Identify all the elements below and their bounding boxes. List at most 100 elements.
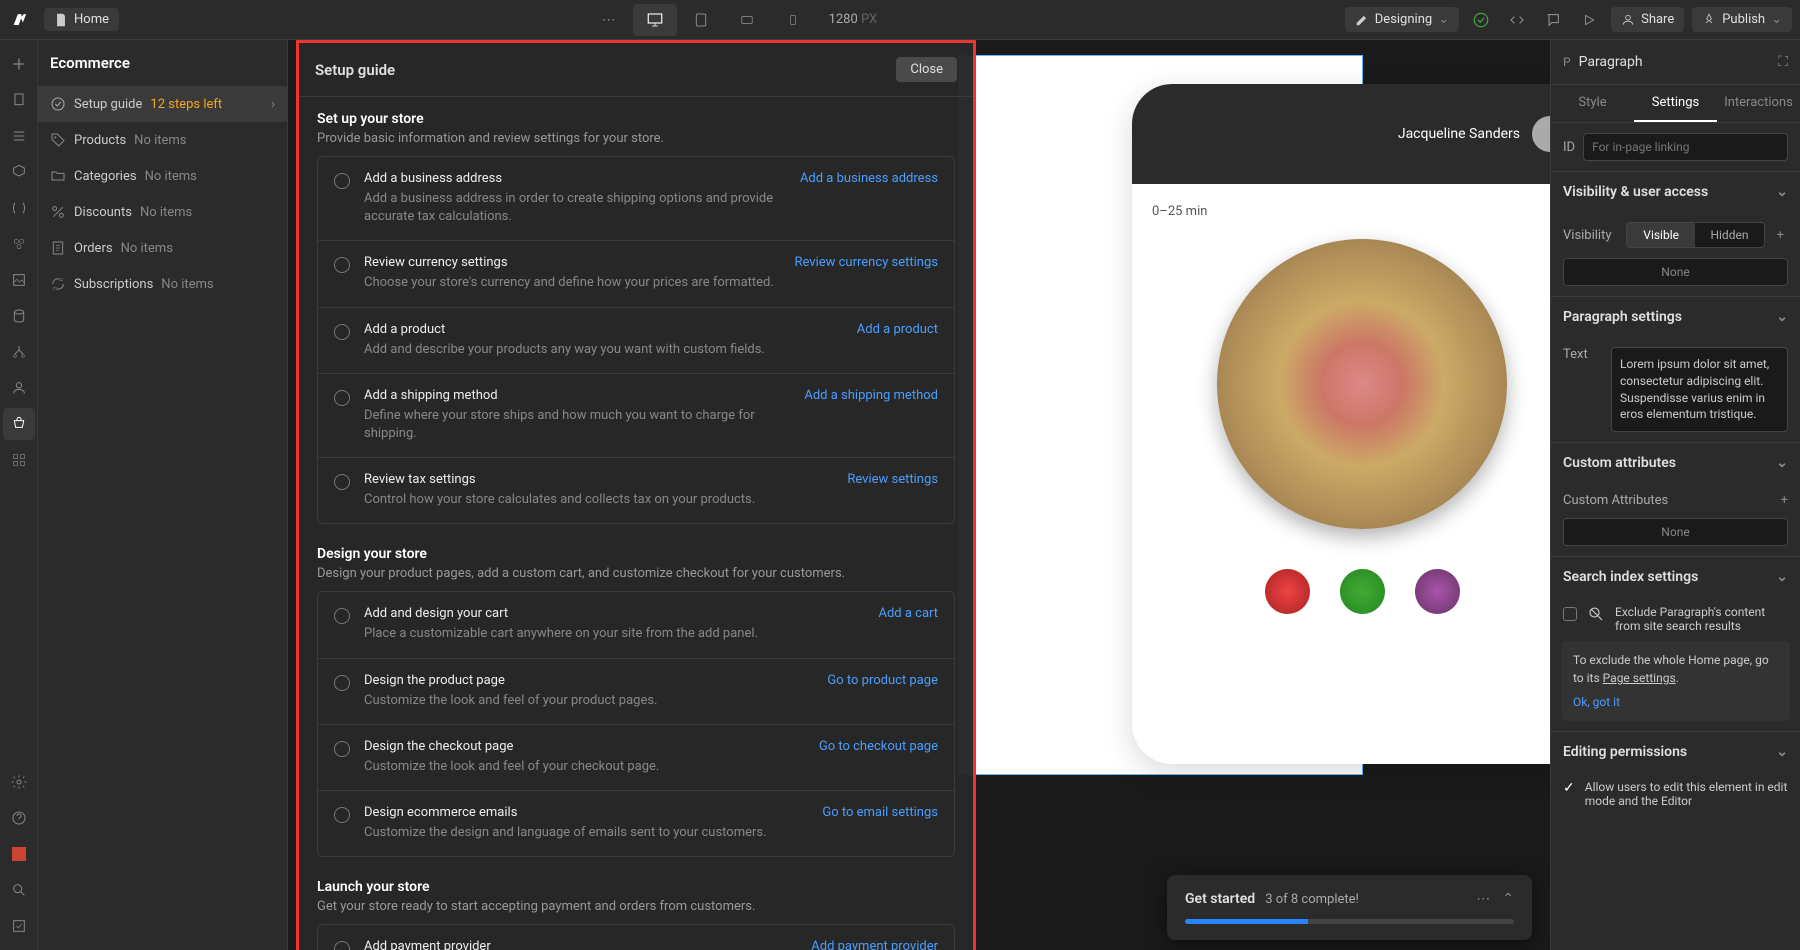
check-icon[interactable] xyxy=(1467,6,1495,34)
webflow-logo[interactable] xyxy=(8,6,36,34)
expand-icon[interactable]: ⛶ xyxy=(1778,54,1788,70)
step-action-link[interactable]: Go to email settings xyxy=(822,805,938,820)
share-button[interactable]: Share xyxy=(1611,7,1684,32)
step-radio[interactable] xyxy=(334,675,350,691)
chevron-down-icon[interactable]: ⌄ xyxy=(1776,455,1788,471)
ok-got-it-link[interactable]: Ok, got it xyxy=(1573,693,1778,711)
check-icon[interactable]: ✓ xyxy=(1563,780,1575,796)
nav-categories[interactable]: Categories No items xyxy=(38,158,287,194)
step-radio[interactable] xyxy=(334,257,350,273)
step-action-link[interactable]: Add a product xyxy=(857,322,938,337)
add-icon[interactable]: + xyxy=(1773,228,1788,243)
viewport-tablet[interactable] xyxy=(679,4,723,36)
step-title: Design the checkout page xyxy=(364,739,805,754)
canvas[interactable]: Jacqueline Sanders 0–25 min Setup guide xyxy=(288,40,1550,950)
step-radio[interactable] xyxy=(334,173,350,189)
step-radio[interactable] xyxy=(334,608,350,624)
step-radio[interactable] xyxy=(334,324,350,340)
add-icon[interactable] xyxy=(3,48,35,80)
section-desc: Design your product pages, add a custom … xyxy=(317,566,955,581)
pages-icon[interactable] xyxy=(3,84,35,116)
style-icon[interactable] xyxy=(3,228,35,260)
step-radio[interactable] xyxy=(334,807,350,823)
more-icon[interactable]: ⋯ xyxy=(1476,891,1490,907)
step-radio[interactable] xyxy=(334,941,350,950)
tab-interactions[interactable]: Interactions xyxy=(1717,85,1800,122)
settings-icon[interactable] xyxy=(3,766,35,798)
step-action-link[interactable]: Review currency settings xyxy=(794,255,938,270)
logic-icon[interactable] xyxy=(3,336,35,368)
code-icon[interactable] xyxy=(1503,6,1531,34)
step-title: Add payment provider xyxy=(364,939,797,950)
step-item: Review tax settings Control how your sto… xyxy=(318,458,954,523)
components-icon[interactable] xyxy=(3,156,35,188)
nav-setup-guide[interactable]: Setup guide 12 steps left › xyxy=(38,86,287,122)
chevron-down-icon[interactable]: ⌄ xyxy=(1776,309,1788,325)
step-radio[interactable] xyxy=(334,474,350,490)
help-icon[interactable] xyxy=(3,802,35,834)
id-input[interactable] xyxy=(1583,133,1788,161)
designing-label: Designing xyxy=(1375,12,1432,27)
apps-icon[interactable] xyxy=(3,444,35,476)
users-icon[interactable] xyxy=(3,372,35,404)
chevron-down-icon[interactable]: ⌄ xyxy=(1776,569,1788,585)
panel-title: Ecommerce xyxy=(38,40,287,86)
variables-icon[interactable] xyxy=(3,192,35,224)
step-action-link[interactable]: Add a business address xyxy=(800,171,938,186)
section-title: Set up your store xyxy=(317,111,955,127)
nav-products[interactable]: Products No items xyxy=(38,122,287,158)
cms-icon[interactable] xyxy=(3,300,35,332)
step-action-link[interactable]: Add a shipping method xyxy=(804,388,938,403)
nav-subscriptions[interactable]: Subscriptions No items xyxy=(38,266,287,302)
more-icon[interactable]: ⋯ xyxy=(587,4,631,36)
canvas-page[interactable]: Jacqueline Sanders 0–25 min xyxy=(958,55,1363,775)
publish-button[interactable]: Publish ⌄ xyxy=(1692,7,1792,32)
nav-sub: No items xyxy=(140,205,192,220)
chevron-up-icon[interactable]: ⌃ xyxy=(1502,891,1514,907)
pencil-icon xyxy=(1355,13,1369,27)
tab-settings[interactable]: Settings xyxy=(1634,85,1717,122)
play-icon[interactable] xyxy=(1575,6,1603,34)
visibility-none[interactable]: None xyxy=(1563,258,1788,286)
setup-guide-title: Setup guide xyxy=(315,61,395,79)
search-icon[interactable] xyxy=(3,874,35,906)
share-label: Share xyxy=(1641,12,1674,27)
exclude-checkbox[interactable] xyxy=(1563,607,1577,621)
left-rail xyxy=(0,40,38,950)
toggle-visible[interactable]: Visible xyxy=(1627,223,1695,247)
nav-label: Subscriptions xyxy=(74,277,153,292)
add-icon[interactable]: + xyxy=(1781,493,1788,508)
close-button[interactable]: Close xyxy=(896,57,957,82)
step-radio[interactable] xyxy=(334,390,350,406)
step-action-link[interactable]: Go to checkout page xyxy=(819,739,938,754)
step-radio[interactable] xyxy=(334,741,350,757)
nav-orders[interactable]: Orders No items xyxy=(38,230,287,266)
viewport-mobile[interactable] xyxy=(771,4,815,36)
audit-icon[interactable] xyxy=(3,910,35,942)
designing-mode-button[interactable]: Designing ⌄ xyxy=(1345,7,1459,32)
assets-icon[interactable] xyxy=(3,264,35,296)
custom-attrs-none[interactable]: None xyxy=(1563,518,1788,546)
toggle-hidden[interactable]: Hidden xyxy=(1695,223,1763,247)
ingredients xyxy=(1152,569,1550,614)
text-input[interactable] xyxy=(1611,347,1788,432)
page-settings-link[interactable]: Page settings xyxy=(1603,671,1676,685)
get-started-toast: Get started 3 of 8 complete! ⋯ ⌃ xyxy=(1167,875,1532,940)
paragraph-icon: P xyxy=(1563,55,1571,69)
step-action-link[interactable]: Add payment provider xyxy=(811,939,938,950)
step-action-link[interactable]: Review settings xyxy=(847,472,938,487)
viewport-desktop[interactable] xyxy=(633,4,677,36)
home-button[interactable]: Home xyxy=(44,8,119,31)
step-action-link[interactable]: Go to product page xyxy=(827,673,938,688)
video-icon[interactable] xyxy=(3,838,35,870)
viewport-landscape[interactable] xyxy=(725,4,769,36)
ecommerce-icon[interactable] xyxy=(3,408,35,440)
chevron-down-icon[interactable]: ⌄ xyxy=(1776,184,1788,200)
step-action-link[interactable]: Add a cart xyxy=(878,606,938,621)
tab-style[interactable]: Style xyxy=(1551,85,1634,122)
nav-discounts[interactable]: Discounts No items xyxy=(38,194,287,230)
comment-icon[interactable] xyxy=(1539,6,1567,34)
step-item: Add a shipping method Define where your … xyxy=(318,374,954,458)
chevron-down-icon[interactable]: ⌄ xyxy=(1776,744,1788,760)
navigator-icon[interactable] xyxy=(3,120,35,152)
